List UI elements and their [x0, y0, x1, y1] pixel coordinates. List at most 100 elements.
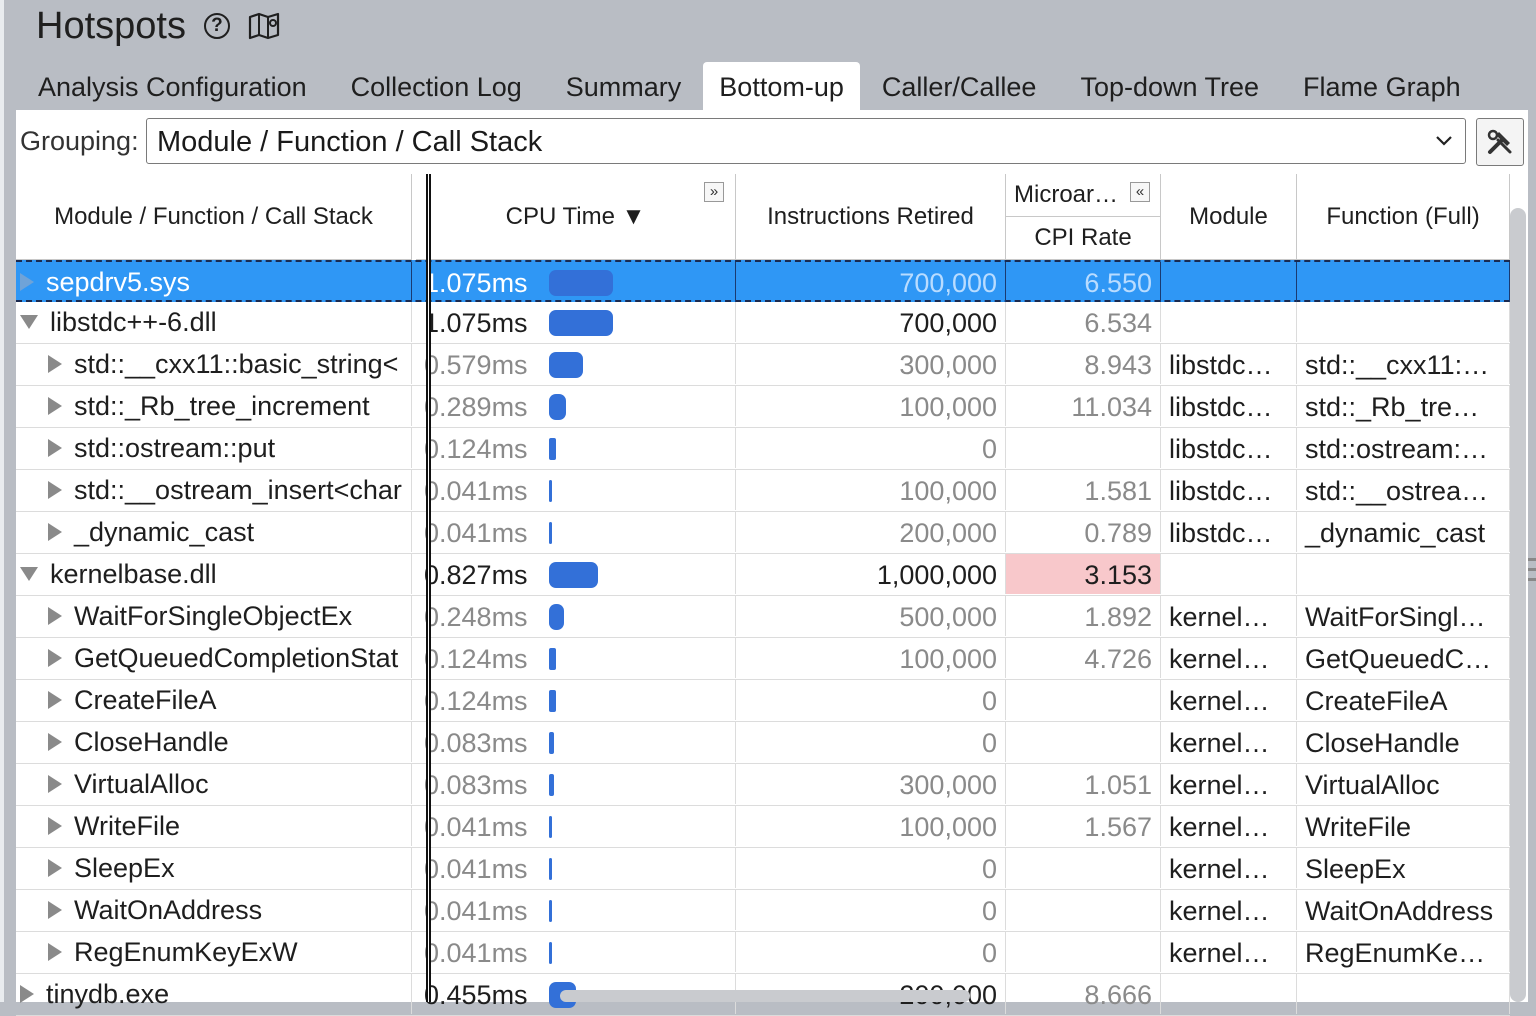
module-cell [1161, 974, 1297, 1014]
expand-triangle-icon[interactable] [48, 355, 62, 373]
expand-triangle-icon[interactable] [20, 273, 34, 291]
table-row[interactable]: SleepEx 0.041ms 0 kernel… SleepEx [16, 848, 1510, 890]
horizontal-scrollbar[interactable] [560, 990, 970, 1002]
row-name-cell: std::_Rb_tree_increment [16, 386, 412, 426]
vertical-scrollbar[interactable] [1510, 208, 1526, 1002]
expand-triangle-icon[interactable] [48, 733, 62, 751]
cpu-time-value: 0.124ms [424, 686, 528, 716]
grouping-label: Grouping: [20, 126, 139, 156]
tab-summary[interactable]: Summary [544, 62, 704, 110]
cpi-rate-cell: 8.943 [1006, 344, 1161, 384]
cpu-time-value: 0.041ms [424, 812, 528, 842]
customize-grouping-button[interactable] [1476, 118, 1524, 166]
book-map-icon[interactable] [248, 11, 282, 41]
expand-triangle-icon[interactable] [48, 901, 62, 919]
expand-triangle-icon[interactable] [48, 775, 62, 793]
expand-triangle-icon[interactable] [48, 691, 62, 709]
collapse-triangle-icon[interactable] [20, 315, 38, 329]
function-cell: WaitForSingl… [1297, 596, 1510, 636]
page-title: Hotspots [36, 4, 186, 47]
cpi-rate-cell: 1.581 [1006, 470, 1161, 510]
table-row[interactable]: libstdc++-6.dll 1.075ms 700,000 6.534 [16, 302, 1510, 344]
module-cell: kernel… [1161, 806, 1297, 846]
function-cell: SleepEx [1297, 848, 1510, 888]
collapse-triangle-icon[interactable] [20, 567, 38, 581]
module-cell: kernel… [1161, 848, 1297, 888]
table-row[interactable]: RegEnumKeyExW 0.041ms 0 kernel… RegEnumKe… [16, 932, 1510, 974]
table-row[interactable]: _dynamic_cast 0.041ms 200,000 0.789 libstdc…… [16, 512, 1510, 554]
cpu-time-cell: 0.579ms [416, 344, 736, 384]
cpi-rate-cell [1006, 848, 1161, 888]
cpu-time-cell: 0.041ms [416, 470, 736, 510]
cpu-time-value: 0.041ms [424, 896, 528, 926]
column-header-cpu-time[interactable]: CPU Time ▼ » [416, 174, 736, 260]
table-row[interactable]: sepdrv5.sys 1.075ms 700,000 6.550 [16, 260, 1510, 302]
tab-collection-log[interactable]: Collection Log [329, 62, 544, 110]
table-row[interactable]: std::__cxx11::basic_string< 0.579ms 300,00… [16, 344, 1510, 386]
help-icon[interactable]: ? [203, 13, 230, 39]
column-splitter[interactable] [426, 174, 431, 1002]
tab-analysis-configuration[interactable]: Analysis Configuration [16, 62, 329, 110]
column-header-cpi-rate[interactable]: CPI Rate [1006, 217, 1161, 260]
instructions-retired-cell: 0 [736, 680, 1006, 720]
function-cell: std::__cxx11:… [1297, 344, 1510, 384]
column-header-name-label: Module / Function / Call Stack [54, 202, 373, 230]
tab-caller-callee[interactable]: Caller/Callee [860, 62, 1059, 110]
table-row[interactable]: kernelbase.dll 0.827ms 1,000,000 3.153 [16, 554, 1510, 596]
row-name-cell: std::ostream::put [16, 428, 412, 468]
function-cell: WaitOnAddress [1297, 890, 1510, 930]
tab-bottom-up[interactable]: Bottom-up [703, 62, 860, 110]
cpu-time-value: 0.041ms [424, 476, 528, 506]
table-row[interactable]: std::__ostream_insert<char 0.041ms 100,000… [16, 470, 1510, 512]
table-row[interactable]: std::ostream::put 0.124ms 0 libstdc… std::os… [16, 428, 1510, 470]
grouping-dropdown[interactable]: Module / Function / Call Stack [146, 118, 1466, 164]
cpu-time-bar [549, 648, 556, 670]
expand-triangle-icon[interactable] [48, 859, 62, 877]
function-cell: CloseHandle [1297, 722, 1510, 762]
function-cell: RegEnumKe… [1297, 932, 1510, 972]
resize-grip[interactable] [1528, 558, 1536, 561]
cpu-time-cell: 0.124ms [416, 638, 736, 678]
table-row[interactable]: CreateFileA 0.124ms 0 kernel… CreateFileA [16, 680, 1510, 722]
cpu-time-cell: 0.289ms [416, 386, 736, 426]
function-cell [1297, 554, 1510, 594]
expand-triangle-icon[interactable] [48, 397, 62, 415]
module-cell: kernel… [1161, 890, 1297, 930]
row-name: WaitOnAddress [74, 895, 263, 925]
expand-columns-button[interactable]: » [704, 182, 724, 202]
table-row[interactable]: CloseHandle 0.083ms 0 kernel… CloseHandle [16, 722, 1510, 764]
tab-flame-graph[interactable]: Flame Graph [1281, 62, 1483, 110]
expand-triangle-icon[interactable] [48, 817, 62, 835]
table-row[interactable]: GetQueuedCompletionStat 0.124ms 100,000 4.7… [16, 638, 1510, 680]
expand-triangle-icon[interactable] [48, 943, 62, 961]
column-header-instructions[interactable]: Instructions Retired [736, 174, 1006, 260]
row-name-cell: sepdrv5.sys [16, 262, 412, 302]
function-cell: std::ostream:… [1297, 428, 1510, 468]
expand-triangle-icon[interactable] [48, 649, 62, 667]
collapse-columns-button[interactable]: « [1130, 182, 1150, 202]
row-name-cell: VirtualAlloc [16, 764, 412, 804]
expand-triangle-icon[interactable] [48, 439, 62, 457]
table-row[interactable]: WriteFile 0.041ms 100,000 1.567 kernel… Write… [16, 806, 1510, 848]
column-header-function[interactable]: Function (Full) [1297, 174, 1510, 260]
column-group-microarchitecture[interactable]: Microar… « [1006, 174, 1161, 217]
cpu-time-cell: 0.041ms [416, 932, 736, 972]
resize-grip[interactable] [1528, 568, 1536, 571]
expand-triangle-icon[interactable] [48, 523, 62, 541]
cpi-rate-cell: 6.534 [1006, 302, 1161, 342]
expand-triangle-icon[interactable] [20, 985, 34, 1003]
column-header-name[interactable]: Module / Function / Call Stack [16, 174, 412, 260]
expand-triangle-icon[interactable] [48, 607, 62, 625]
table-row[interactable]: WaitOnAddress 0.041ms 0 kernel… WaitOnAddres… [16, 890, 1510, 932]
table-row[interactable]: VirtualAlloc 0.083ms 300,000 1.051 kernel… Vi… [16, 764, 1510, 806]
instructions-retired-cell: 0 [736, 932, 1006, 972]
cpu-time-value: 0.248ms [424, 602, 528, 632]
expand-triangle-icon[interactable] [48, 481, 62, 499]
table-row[interactable]: std::_Rb_tree_increment 0.289ms 100,000 11.… [16, 386, 1510, 428]
tab-top-down-tree[interactable]: Top-down Tree [1058, 62, 1281, 110]
column-header-module[interactable]: Module [1161, 174, 1297, 260]
resize-grip[interactable] [1528, 578, 1536, 581]
cpu-time-value: 0.827ms [424, 560, 528, 590]
instructions-retired-cell: 100,000 [736, 638, 1006, 678]
table-row[interactable]: WaitForSingleObjectEx 0.248ms 500,000 1.892… [16, 596, 1510, 638]
